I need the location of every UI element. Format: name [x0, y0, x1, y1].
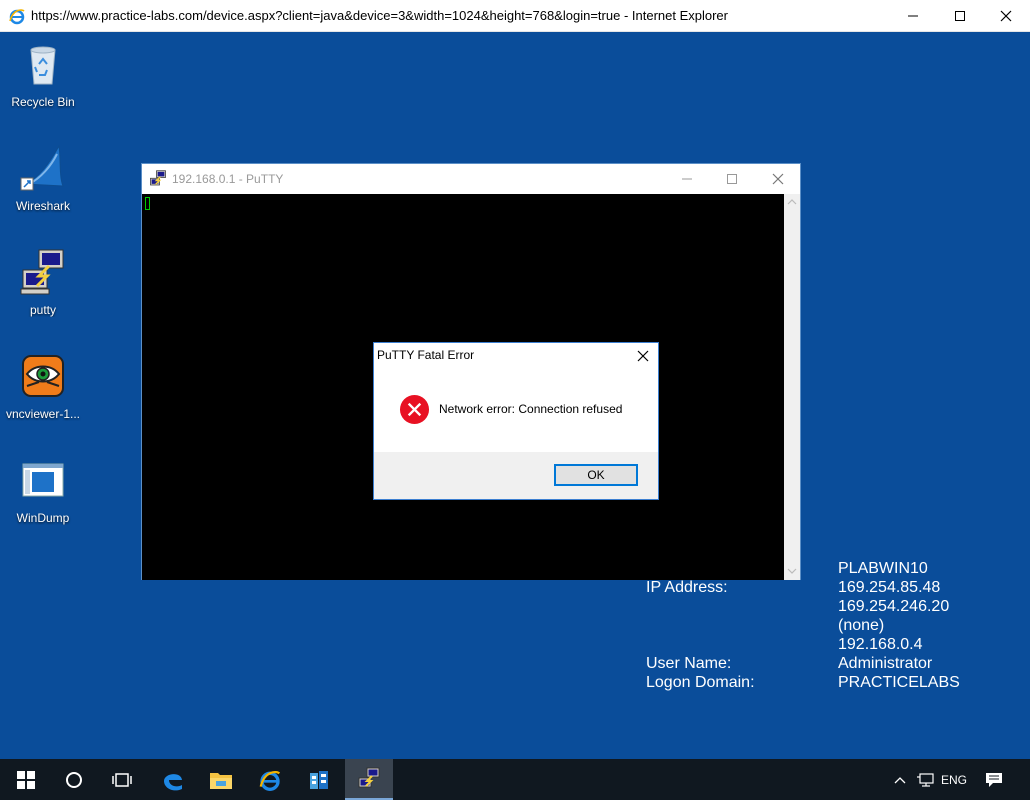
- desktop-icon-putty[interactable]: putty: [4, 248, 82, 317]
- wireshark-icon: [20, 144, 64, 191]
- maximize-icon: [955, 10, 965, 21]
- internet-explorer-icon: [9, 9, 25, 25]
- show-hidden-icons-button[interactable]: [890, 759, 910, 800]
- search-button[interactable]: [50, 759, 98, 800]
- desktop-icon-label: Wireshark: [15, 199, 70, 213]
- desktop-icon-label: WinDump: [16, 511, 70, 525]
- browser-titlebar: https://www.practice-labs.com/device.asp…: [0, 0, 1030, 32]
- action-center-icon: [986, 772, 1002, 787]
- close-icon: [1000, 10, 1012, 21]
- maximize-icon: [727, 174, 737, 184]
- cortana-icon: [66, 771, 82, 788]
- putty-icon: [358, 767, 380, 787]
- user-name-value: Administrator: [838, 655, 933, 672]
- browser-close-button[interactable]: [983, 0, 1029, 31]
- fatal-error-dialog[interactable]: PuTTY Fatal Error Network error: Connect…: [373, 342, 659, 500]
- browser-title: https://www.practice-labs.com/device.asp…: [31, 8, 728, 23]
- scroll-down-icon[interactable]: [787, 567, 797, 575]
- minimize-icon: [908, 15, 918, 16]
- close-icon: [772, 173, 784, 185]
- browser-maximize-button[interactable]: [937, 0, 983, 31]
- folder-icon: [210, 772, 232, 789]
- ip-address-value: (none): [838, 617, 885, 634]
- ip-address-value: 169.254.85.48: [838, 579, 941, 596]
- putty-titlebar[interactable]: 192.168.0.1 - PuTTY: [142, 164, 800, 194]
- network-icon: [917, 772, 934, 787]
- chevron-up-icon: [894, 776, 906, 783]
- network-tray-button[interactable]: [913, 759, 937, 800]
- action-center-button[interactable]: [980, 759, 1008, 800]
- putty-icon: [150, 170, 166, 186]
- edge-icon: [164, 773, 182, 790]
- user-name-label: User Name:: [646, 655, 732, 672]
- logon-domain-value: PRACTICELABS: [838, 674, 960, 691]
- dialog-close-button[interactable]: [632, 346, 654, 366]
- ip-address-value: 192.168.0.4: [838, 636, 923, 653]
- recycle-bin-icon: [30, 46, 56, 85]
- close-icon: [637, 350, 649, 362]
- language-indicator[interactable]: ENG: [938, 759, 970, 800]
- ip-address-label: IP Address:: [646, 579, 728, 596]
- desktop-icon-label: Recycle Bin: [11, 95, 75, 109]
- internet-explorer-icon: [259, 770, 281, 791]
- desktop-icon-recycle-bin[interactable]: Recycle Bin: [4, 40, 82, 109]
- taskbar-store[interactable]: [295, 759, 343, 800]
- hostname: PLABWIN10: [838, 560, 928, 577]
- desktop-icon-windump[interactable]: WinDump: [4, 456, 82, 525]
- browser-minimize-button[interactable]: [890, 0, 936, 31]
- task-view-icon: [112, 772, 132, 787]
- taskbar-file-explorer[interactable]: [197, 759, 245, 800]
- minimize-icon: [682, 178, 692, 180]
- start-button[interactable]: [2, 759, 50, 800]
- putty-maximize-button[interactable]: [709, 164, 755, 194]
- taskbar-edge[interactable]: [149, 759, 197, 800]
- ip-address-value: 169.254.246.20: [838, 598, 950, 615]
- vncviewer-icon: [22, 355, 64, 397]
- desktop-icon-vncviewer[interactable]: vncviewer-1...: [4, 352, 82, 421]
- dialog-footer: OK: [374, 452, 658, 499]
- dialog-title: PuTTY Fatal Error: [377, 348, 475, 362]
- putty-scrollbar[interactable]: [784, 194, 800, 580]
- taskbar-internet-explorer[interactable]: [246, 759, 294, 800]
- windows-logo-icon: [17, 770, 35, 789]
- store-icon: [310, 770, 328, 789]
- putty-icon: [20, 249, 64, 295]
- putty-minimize-button[interactable]: [664, 164, 710, 194]
- error-icon: [399, 394, 430, 425]
- taskbar: ENG: [0, 759, 1030, 800]
- taskbar-putty[interactable]: [345, 759, 393, 800]
- desktop-icon-label: vncviewer-1...: [5, 407, 81, 421]
- putty-close-button[interactable]: [755, 164, 801, 194]
- terminal-cursor: [145, 197, 150, 210]
- logon-domain-label: Logon Domain:: [646, 674, 755, 691]
- scroll-up-icon[interactable]: [787, 198, 797, 206]
- task-view-button[interactable]: [98, 759, 146, 800]
- desktop-icon-wireshark[interactable]: Wireshark: [4, 144, 82, 213]
- desktop-icon-label: putty: [29, 303, 56, 317]
- error-message: Network error: Connection refused: [439, 402, 623, 416]
- windump-icon: [22, 463, 64, 497]
- ok-button[interactable]: OK: [554, 464, 638, 486]
- putty-title: 192.168.0.1 - PuTTY: [172, 172, 284, 186]
